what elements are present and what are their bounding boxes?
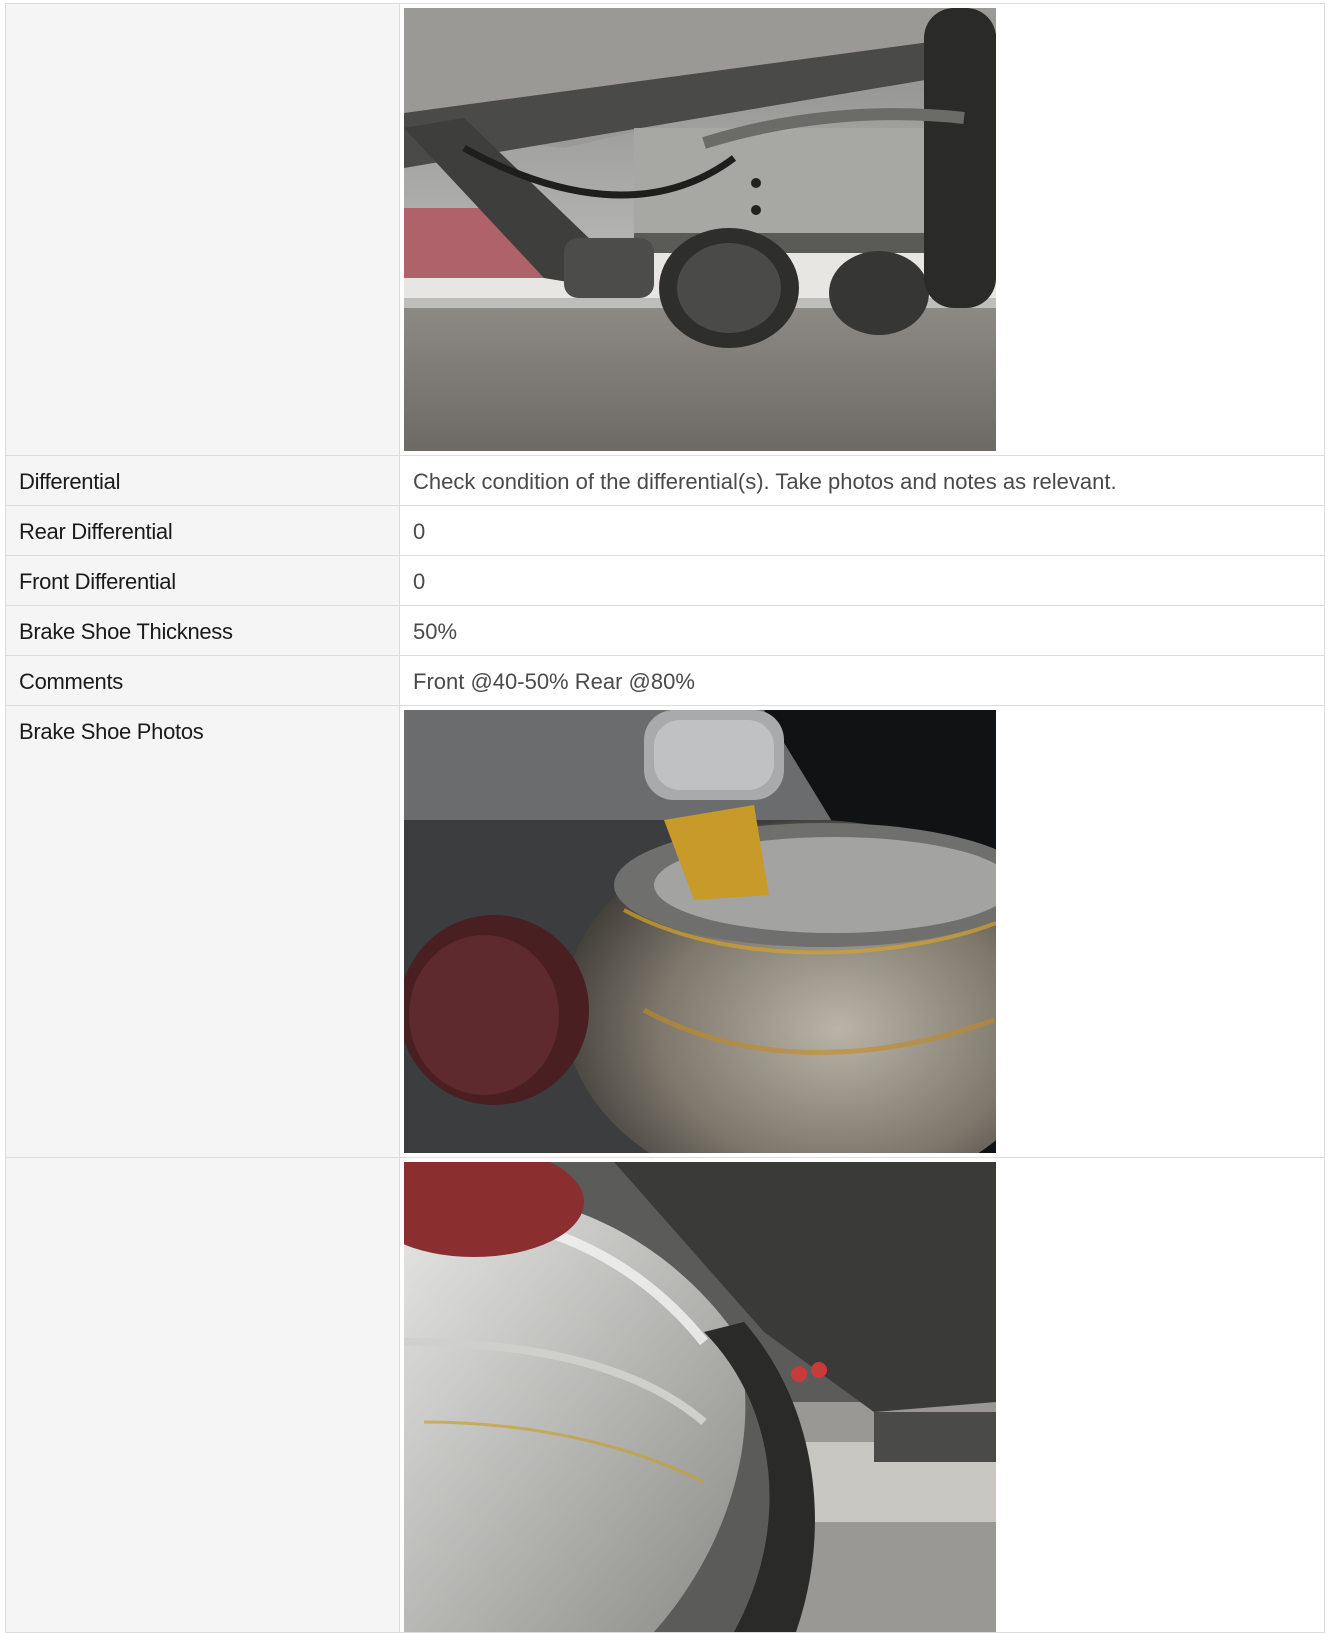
- brake-shoe-closeup-image: [404, 1162, 996, 1632]
- undercarriage-photo[interactable]: [404, 8, 996, 451]
- table-row: Comments Front @40-50% Rear @80%: [5, 655, 1325, 706]
- brake-drum-image: [404, 710, 996, 1153]
- empty-label-cell: [5, 3, 400, 456]
- brake-drum-photo[interactable]: [404, 710, 996, 1153]
- differential-label: Differential: [5, 455, 400, 506]
- table-row: [5, 3, 1325, 456]
- table-row: Rear Differential 0: [5, 505, 1325, 556]
- inspection-table: Differential Check condition of the diff…: [5, 3, 1325, 1633]
- rear-differential-value: 0: [399, 505, 1325, 556]
- table-row: Front Differential 0: [5, 555, 1325, 606]
- brake-shoe-thickness-label: Brake Shoe Thickness: [5, 605, 400, 656]
- photo-cell: [399, 3, 1325, 456]
- table-row: Brake Shoe Thickness 50%: [5, 605, 1325, 656]
- rear-differential-label: Rear Differential: [5, 505, 400, 556]
- table-row: Brake Shoe Photos: [5, 705, 1325, 1158]
- front-differential-value: 0: [399, 555, 1325, 606]
- photo-cell: [399, 705, 1325, 1158]
- photo-cell: [399, 1157, 1325, 1633]
- brake-shoe-photos-label: Brake Shoe Photos: [5, 705, 400, 1158]
- table-row: [5, 1157, 1325, 1633]
- empty-label-cell: [5, 1157, 400, 1633]
- comments-value: Front @40-50% Rear @80%: [399, 655, 1325, 706]
- undercarriage-image: [404, 8, 996, 451]
- differential-value: Check condition of the differential(s). …: [399, 455, 1325, 506]
- brake-shoe-closeup-photo[interactable]: [404, 1162, 996, 1632]
- table-row: Differential Check condition of the diff…: [5, 455, 1325, 506]
- comments-label: Comments: [5, 655, 400, 706]
- brake-shoe-thickness-value: 50%: [399, 605, 1325, 656]
- front-differential-label: Front Differential: [5, 555, 400, 606]
